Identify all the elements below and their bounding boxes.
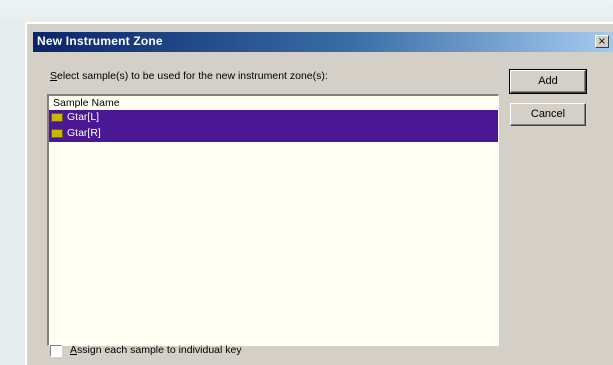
assign-individual-key-label[interactable]: Assign each sample to individual key <box>70 344 242 356</box>
checkbox-label-text: ssign each sample to individual key <box>77 344 242 356</box>
list-item-label: Gtar[L] <box>67 111 100 123</box>
list-item[interactable]: Gtar[R] <box>49 126 498 142</box>
checkbox-mnemonic: A <box>70 344 78 356</box>
sample-listbox[interactable]: Sample Name Gtar[L] Gtar[R] <box>47 94 499 346</box>
sample-icon <box>51 113 63 122</box>
close-button[interactable]: × <box>595 35 609 48</box>
instruction-mnemonic: S <box>50 70 58 82</box>
cancel-button[interactable]: Cancel <box>510 103 586 126</box>
list-item[interactable]: Gtar[L] <box>49 110 498 126</box>
sample-icon <box>51 129 63 138</box>
add-button[interactable]: Add <box>509 69 587 94</box>
dialog-title: New Instrument Zone <box>37 34 163 48</box>
instruction-label: Select sample(s) to be used for the new … <box>50 70 328 82</box>
instruction-text: elect sample(s) to be used for the new i… <box>57 70 328 82</box>
sample-name-column-header[interactable]: Sample Name <box>53 97 120 109</box>
outer-frame-shine <box>0 0 613 24</box>
new-instrument-zone-dialog: New Instrument Zone × Select sample(s) t… <box>25 22 613 365</box>
assign-individual-key-checkbox[interactable] <box>50 345 62 357</box>
list-item-label: Gtar[R] <box>67 127 101 139</box>
close-icon: × <box>597 36 607 47</box>
dialog-titlebar[interactable]: New Instrument Zone × <box>33 32 613 52</box>
